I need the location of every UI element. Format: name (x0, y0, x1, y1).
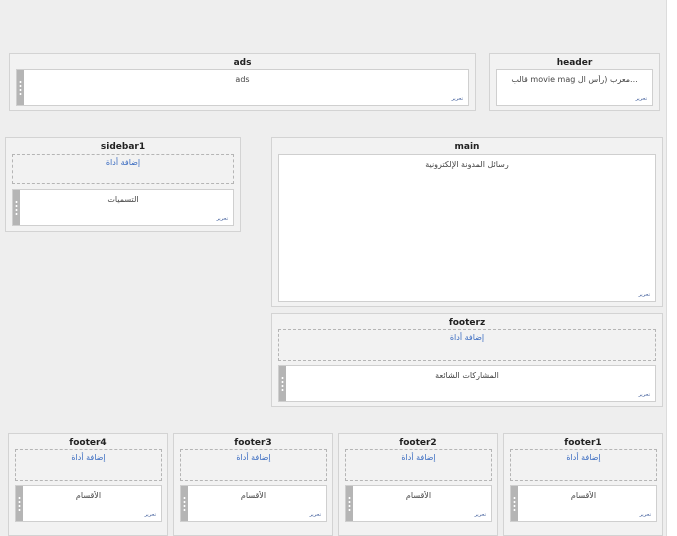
add-gadget-label: إضافة أداة (449, 333, 485, 342)
edit-link[interactable]: تحرير (638, 392, 650, 398)
section-footer3: footer3 إضافة أداة الأقسام تحرير (173, 433, 333, 536)
widget-categories[interactable]: الأقسام تحرير (345, 485, 492, 522)
widget-title: الأقسام (570, 491, 597, 500)
widget-title: قالب movie mag معرب (رأس ال... (511, 75, 638, 84)
add-gadget-button[interactable]: إضافة أداة (278, 329, 656, 361)
add-gadget-label: إضافة أداة (105, 158, 141, 167)
grip-dots-icon (348, 495, 351, 512)
drag-handle[interactable] (17, 70, 24, 105)
edit-link[interactable]: تحرير (451, 96, 463, 102)
add-gadget-label: إضافة أداة (566, 453, 601, 462)
widget-title: رسائل المدونة الإلكترونية (425, 160, 509, 169)
section-footerz: footerz إضافة أداة المشاركات الشائعة تحر… (271, 313, 663, 407)
add-gadget-button[interactable]: إضافة أداة (12, 154, 234, 184)
widget-categories[interactable]: الأقسام تحرير (510, 485, 657, 522)
widget-labels[interactable]: التسميات تحرير (12, 189, 234, 226)
grip-dots-icon (513, 495, 516, 512)
widget-popular-posts[interactable]: المشاركات الشائعة تحرير (278, 365, 656, 402)
widget-header[interactable]: قالب movie mag معرب (رأس ال... تحرير (496, 69, 653, 106)
edit-link[interactable]: تحرير (309, 512, 321, 518)
section-sidebar1: sidebar1 إضافة أداة التسميات تحرير (5, 137, 241, 232)
edit-link[interactable]: تحرير (639, 512, 651, 518)
edit-link[interactable]: تحرير (635, 96, 647, 102)
drag-handle[interactable] (511, 486, 518, 521)
section-footer2: footer2 إضافة أداة الأقسام تحرير (338, 433, 498, 536)
drag-handle[interactable] (16, 486, 23, 521)
add-gadget-button[interactable]: إضافة أداة (15, 449, 162, 481)
widget-blog-posts[interactable]: رسائل المدونة الإلكترونية تحرير (278, 154, 656, 302)
widget-title: الأقسام (240, 491, 267, 500)
section-footer1: footer1 إضافة أداة الأقسام تحرير (503, 433, 663, 536)
widget-title: الأقسام (75, 491, 102, 500)
edit-link[interactable]: تحرير (638, 292, 650, 298)
drag-handle[interactable] (346, 486, 353, 521)
widget-title: ads (235, 75, 250, 84)
add-gadget-button[interactable]: إضافة أداة (345, 449, 492, 481)
section-footer4: footer4 إضافة أداة الأقسام تحرير (8, 433, 168, 536)
add-gadget-label: إضافة أداة (71, 453, 106, 462)
grip-dots-icon (15, 199, 18, 216)
widget-categories[interactable]: الأقسام تحرير (180, 485, 327, 522)
add-gadget-label: إضافة أداة (236, 453, 271, 462)
edit-link[interactable]: تحرير (216, 216, 228, 222)
section-main: main رسائل المدونة الإلكترونية تحرير (271, 137, 663, 307)
section-title: main (454, 142, 480, 152)
edit-link[interactable]: تحرير (474, 512, 486, 518)
widget-categories[interactable]: الأقسام تحرير (15, 485, 162, 522)
drag-handle[interactable] (13, 190, 20, 225)
section-title: sidebar1 (100, 142, 146, 152)
widget-title: الأقسام (405, 491, 432, 500)
section-ads: ads ads تحرير (9, 53, 476, 111)
add-gadget-button[interactable]: إضافة أداة (510, 449, 657, 481)
add-gadget-button[interactable]: إضافة أداة (180, 449, 327, 481)
grip-dots-icon (183, 495, 186, 512)
layout-canvas: ads ads تحرير header قالب movie mag معرب… (0, 0, 667, 536)
drag-handle[interactable] (279, 366, 286, 401)
grip-dots-icon (18, 495, 21, 512)
grip-dots-icon (281, 375, 284, 392)
drag-handle[interactable] (181, 486, 188, 521)
widget-ads[interactable]: ads تحرير (16, 69, 469, 106)
section-header: header قالب movie mag معرب (رأس ال... تح… (489, 53, 660, 111)
widget-title: المشاركات الشائعة (435, 371, 499, 380)
add-gadget-label: إضافة أداة (401, 453, 436, 462)
edit-link[interactable]: تحرير (144, 512, 156, 518)
widget-title: التسميات (107, 195, 139, 204)
grip-dots-icon (19, 79, 22, 96)
